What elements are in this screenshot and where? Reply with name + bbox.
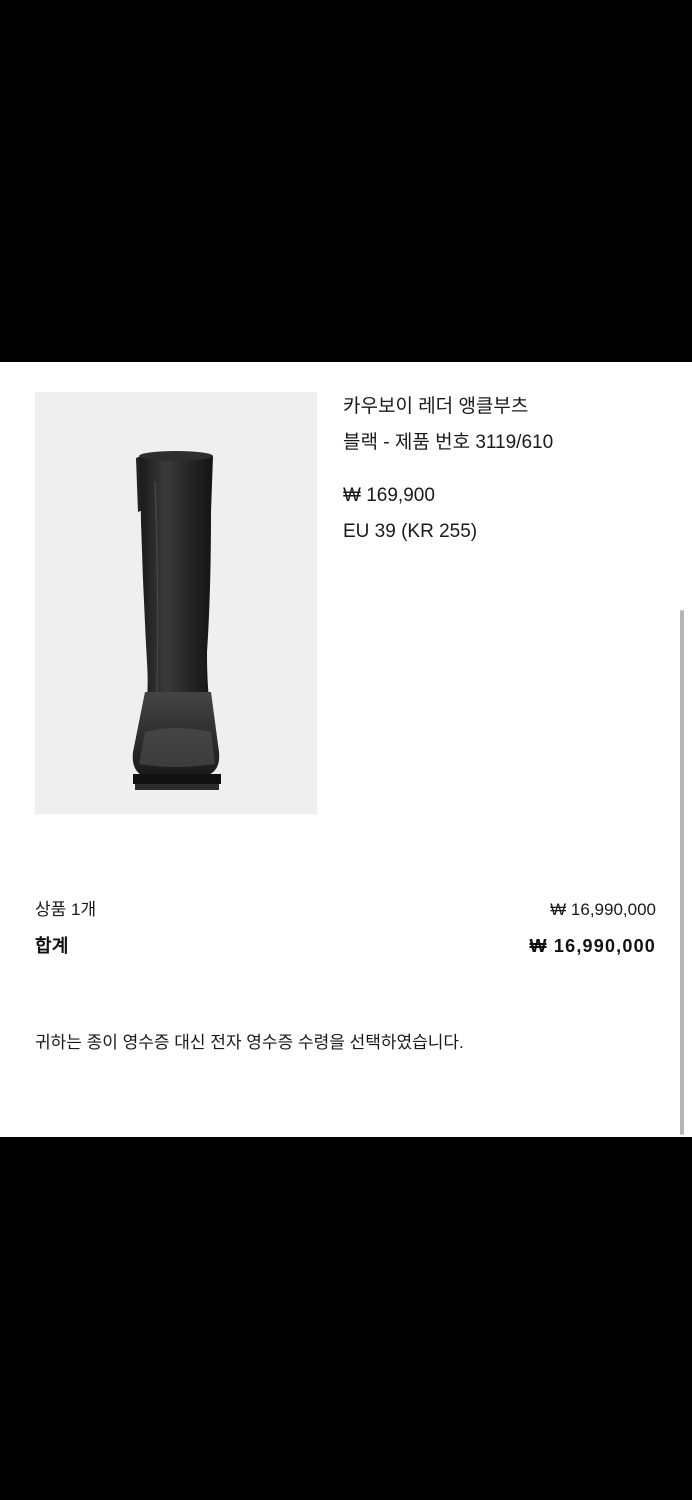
product-image[interactable] — [35, 392, 317, 814]
total-amount: ₩ 16,990,000 — [529, 936, 656, 956]
receipt-notice: 귀하는 종이 영수증 대신 전자 영수증 수령을 선택하였습니다. — [35, 1033, 464, 1052]
items-count-label: 상품 1개 — [35, 900, 97, 919]
scrollbar[interactable] — [680, 610, 684, 1135]
product-variant: 블랙 - 제품 번호 3119/610 — [343, 432, 554, 453]
total-label: 합계 — [35, 936, 69, 956]
items-amount: ₩ 16,990,000 — [550, 900, 656, 919]
boot-icon — [132, 451, 221, 790]
product-price: ₩ 169,900 — [343, 485, 435, 506]
product-size: EU 39 (KR 255) — [343, 521, 478, 542]
top-black-area — [0, 0, 692, 362]
order-sheet: 카우보이 레더 앵클부츠 블랙 - 제품 번호 3119/610 ₩ 169,9… — [0, 362, 692, 1137]
total-row: 합계 ₩ 16,990,000 — [35, 932, 656, 958]
product-name[interactable]: 카우보이 레더 앵클부츠 — [343, 394, 663, 420]
items-subtotal-row: 상품 1개 ₩ 16,990,000 — [35, 895, 656, 920]
bottom-black-area — [0, 1137, 692, 1500]
product-info: 카우보이 레더 앵클부츠 블랙 - 제품 번호 3119/610 ₩ 169,9… — [343, 392, 663, 545]
